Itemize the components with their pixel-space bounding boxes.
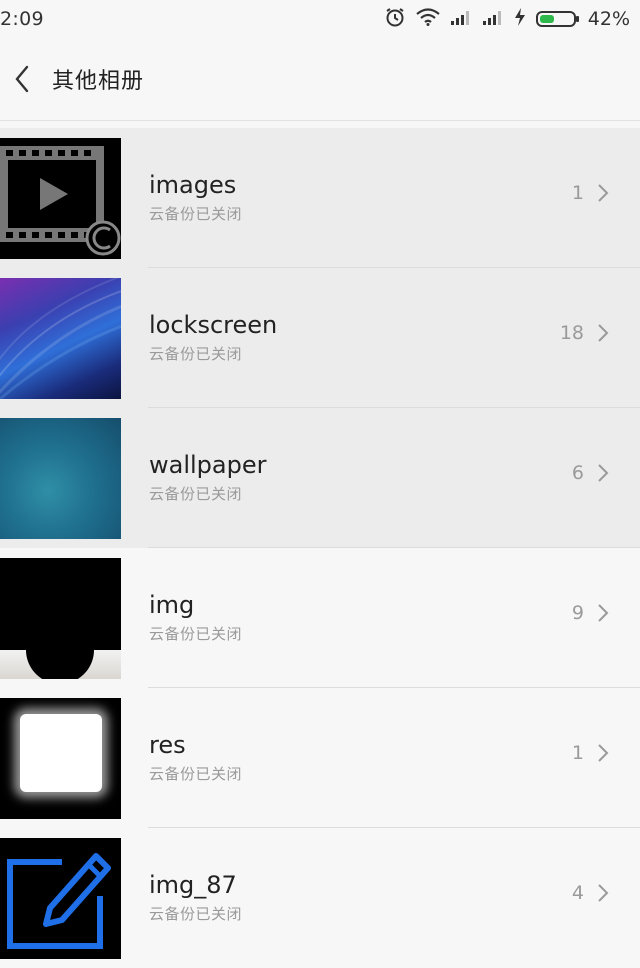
chevron-right-icon <box>598 604 609 622</box>
header: 其他相册 <box>0 38 640 121</box>
chevron-right-icon <box>598 884 609 902</box>
album-info: res 云备份已关闭 <box>149 730 640 784</box>
back-button[interactable] <box>2 59 42 99</box>
album-row-img-87[interactable]: img_87 云备份已关闭 4 <box>0 828 640 968</box>
album-thumbnail-edit <box>0 837 121 959</box>
album-count: 18 <box>559 322 584 344</box>
album-thumbnail-wallpaper <box>0 417 121 539</box>
chevron-left-icon <box>15 65 29 93</box>
album-name: images <box>149 170 237 199</box>
album-row-lockscreen[interactable]: lockscreen 云备份已关闭 18 <box>0 268 640 408</box>
page-title: 其他相册 <box>52 69 145 94</box>
alarm-icon <box>384 6 406 33</box>
album-list: images 云备份已关闭 1 lockscreen 云备份已关闭 18 wal… <box>0 128 640 968</box>
album-subtitle: 云备份已关闭 <box>149 484 243 503</box>
album-thumbnail-lockscreen <box>0 277 121 399</box>
album-subtitle: 云备份已关闭 <box>149 344 243 363</box>
chevron-right-icon <box>598 464 609 482</box>
signal-icon <box>450 8 472 30</box>
battery-percent: 42% <box>587 8 630 30</box>
album-row-img[interactable]: img 云备份已关闭 9 <box>0 548 640 688</box>
chevron-right-icon <box>598 324 609 342</box>
status-time: 2:09 <box>0 8 44 30</box>
chevron-right-icon <box>598 744 609 762</box>
wifi-icon <box>416 7 440 31</box>
album-count: 4 <box>571 882 584 904</box>
album-name: img <box>149 590 195 619</box>
album-subtitle: 云备份已关闭 <box>149 904 243 923</box>
album-count: 1 <box>571 182 584 204</box>
signal-icon <box>482 8 504 30</box>
edit-icon <box>7 852 111 949</box>
album-count: 1 <box>571 742 584 764</box>
status-bar: 2:09 42% <box>0 0 640 38</box>
album-info: wallpaper 云备份已关闭 <box>149 450 640 504</box>
album-thumbnail-video <box>0 137 121 259</box>
album-info: img_87 云备份已关闭 <box>149 870 640 924</box>
album-row-images[interactable]: images 云备份已关闭 1 <box>0 128 640 268</box>
status-icons: 42% <box>384 6 630 33</box>
album-row-wallpaper[interactable]: wallpaper 云备份已关闭 6 <box>0 408 640 548</box>
album-name: res <box>149 730 186 759</box>
album-thumbnail-img <box>0 557 121 679</box>
battery-icon <box>535 11 579 27</box>
charging-icon <box>514 7 526 31</box>
album-info: img 云备份已关闭 <box>149 590 640 644</box>
album-subtitle: 云备份已关闭 <box>149 624 243 643</box>
chevron-right-icon <box>598 184 609 202</box>
album-thumbnail-res <box>0 697 121 819</box>
album-count: 6 <box>571 462 584 484</box>
album-subtitle: 云备份已关闭 <box>149 764 243 783</box>
album-count: 9 <box>571 602 584 624</box>
album-name: wallpaper <box>149 450 267 479</box>
album-row-res[interactable]: res 云备份已关闭 1 <box>0 688 640 828</box>
album-info: images 云备份已关闭 <box>149 170 640 224</box>
album-subtitle: 云备份已关闭 <box>149 204 243 223</box>
album-name: img_87 <box>149 870 237 899</box>
